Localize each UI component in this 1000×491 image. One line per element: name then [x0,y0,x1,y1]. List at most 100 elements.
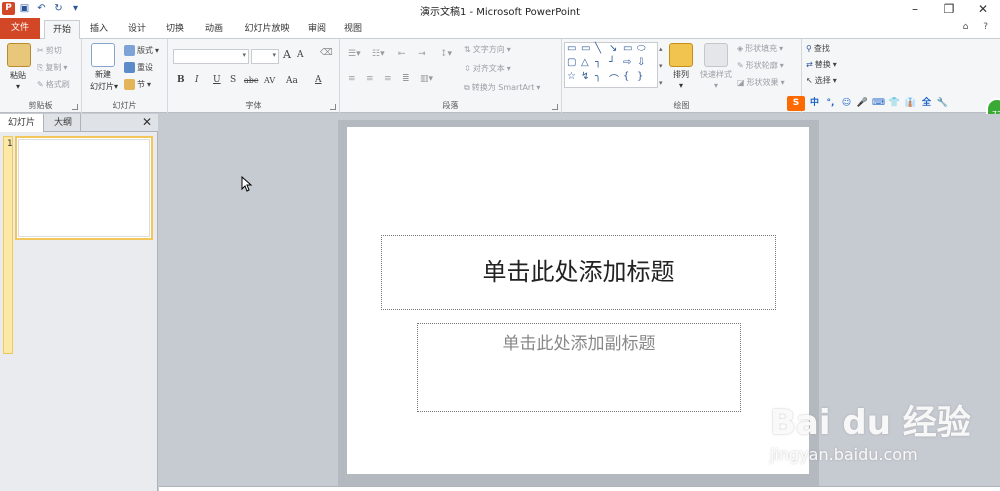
arrange-dropdown-icon[interactable]: ▾ [665,81,697,90]
settings-wrench-icon[interactable]: 🔧 [936,97,949,110]
elbow-connector-shape-icon[interactable]: ┐ [595,57,601,68]
tab-file[interactable]: 文件 [0,18,40,39]
minimize-button[interactable]: – [898,0,932,18]
font-color-button[interactable]: A [315,75,322,85]
close-icon[interactable]: ✕ [142,115,152,129]
slide-thumbnail[interactable] [15,136,153,240]
triangle-shape-icon[interactable]: △ [581,57,589,68]
copy-button[interactable]: ⎘ 复制 ▾ [37,62,67,73]
paragraph-launcher-icon[interactable] [552,104,558,110]
tab-slideshow[interactable]: 幻灯片放映 [238,20,296,39]
new-slide-label[interactable]: 新建 [85,69,121,80]
new-slide-button[interactable]: 幻灯片▾ [82,81,126,92]
font-name-combo[interactable] [173,49,249,64]
increase-indent-icon[interactable]: ⇥ [418,49,426,59]
elbow-arrow-shape-icon[interactable]: ┘ [609,57,615,68]
change-case-button[interactable]: Aa [286,76,298,86]
more-icon[interactable]: ▾ [659,76,663,91]
curve-shape-icon[interactable]: ╮ [595,71,601,82]
numbering-icon[interactable]: ☷▾ [372,49,385,59]
quick-styles-button[interactable]: 快速样式 [696,69,736,80]
skin-icon[interactable]: 👕 [888,97,901,110]
font-launcher-icon[interactable] [330,104,336,110]
tab-home[interactable]: 开始 [44,20,80,40]
textbox-shape-icon[interactable]: ▭ [567,43,576,54]
tab-transitions[interactable]: 切换 [160,20,190,39]
format-painter-button[interactable]: ✎ 格式刷 [37,79,70,90]
microphone-icon[interactable]: 🎤 [856,97,869,110]
grow-font-button[interactable]: A [283,48,291,61]
text-shadow-button[interactable]: S [230,75,236,85]
justify-icon[interactable]: ≣ [402,74,410,84]
character-spacing-button[interactable]: AV [264,76,275,85]
section-button[interactable]: 节 ▾ [124,79,151,90]
convert-smartart-button[interactable]: ⧉ 转换为 SmartArt ▾ [464,82,540,93]
italic-button[interactable]: I [195,75,199,85]
rounded-rect-shape-icon[interactable]: ▢ [567,57,576,68]
sogou-logo-icon[interactable]: S [787,95,805,111]
right-arrow-shape-icon[interactable]: ⇨ [623,57,631,68]
star-shape-icon[interactable]: ☆ [567,71,576,82]
underline-button[interactable]: U [213,75,221,85]
arrow-line-shape-icon[interactable]: ↘ [609,43,617,54]
find-button[interactable]: ⚲ 查找 [806,43,830,54]
freeform-shape-icon[interactable]: ↯ [581,71,589,82]
fullwidth-icon[interactable]: 全 [920,97,933,110]
font-size-combo[interactable] [251,49,279,64]
columns-icon[interactable]: ▥▾ [420,74,433,84]
quick-styles-dropdown-icon[interactable]: ▾ [696,81,736,90]
notes-pane-edge[interactable] [159,486,1000,491]
shrink-font-button[interactable]: A [297,50,304,60]
tab-view[interactable]: 视图 [338,20,368,39]
restore-button[interactable]: ❐ [932,0,966,18]
arrange-button[interactable]: 排列 [665,69,697,80]
right-brace-shape-icon[interactable]: } [637,71,643,82]
scroll-up-icon[interactable]: ▴ [659,42,663,57]
tab-review[interactable]: 审阅 [302,20,332,39]
close-button[interactable]: ✕ [966,0,1000,18]
shapes-gallery[interactable]: ▭ ▭ ╲ ↘ ▭ ⬭ ▢ △ ┐ ┘ ⇨ ⇩ ☆ ↯ ╮ ⌒ { } [564,42,658,88]
align-center-icon[interactable]: ≡ [366,74,374,84]
emoji-icon[interactable]: ☺ [840,97,853,110]
layout-button[interactable]: 版式 ▾ [124,45,159,56]
tab-outline-pane[interactable]: 大纲 [46,114,82,132]
paste-dropdown-icon[interactable]: ▾ [2,82,34,91]
punctuation-icon[interactable]: °, [824,97,837,110]
text-direction-button[interactable]: ⇅ 文字方向 ▾ [464,44,511,55]
line-spacing-icon[interactable]: ↕▾ [440,49,452,59]
tab-slides-pane[interactable]: 幻灯片 [0,114,45,132]
shape-effects-button[interactable]: ◪ 形状效果 ▾ [737,77,785,88]
left-brace-shape-icon[interactable]: { [623,71,629,82]
down-arrow-shape-icon[interactable]: ⇩ [637,57,645,68]
subtitle-placeholder[interactable]: 单击此处添加副标题 [417,323,741,412]
align-right-icon[interactable]: ≡ [384,74,392,84]
align-text-button[interactable]: ⇳ 对齐文本 ▾ [464,63,511,74]
tab-animations[interactable]: 动画 [198,20,230,39]
align-left-icon[interactable]: ≡ [348,74,356,84]
bullets-icon[interactable]: ☰▾ [348,49,361,59]
scroll-down-icon[interactable]: ▾ [659,59,663,74]
vertical-textbox-shape-icon[interactable]: ▭ [581,43,590,54]
clear-format-icon[interactable]: ⌫ [320,48,333,58]
line-shape-icon[interactable]: ╲ [595,43,601,54]
arc-shape-icon[interactable]: ⌒ [609,71,619,86]
bold-button[interactable]: B [177,75,185,85]
toolbox-icon[interactable]: 👔 [904,97,917,110]
replace-button[interactable]: ⇄ 替换 ▾ [806,59,837,70]
paste-button[interactable]: 粘贴 [2,70,34,81]
title-placeholder[interactable]: 单击此处添加标题 [381,235,776,310]
oval-shape-icon[interactable]: ⬭ [637,43,646,54]
cut-button[interactable]: ✂ 剪切 [37,45,62,56]
keyboard-icon[interactable]: ⌨ [872,97,885,110]
rectangle-shape-icon[interactable]: ▭ [623,43,632,54]
shapes-gallery-scroll[interactable]: ▴ ▾ ▾ [659,42,663,91]
clipboard-launcher-icon[interactable] [72,104,78,110]
ribbon-minimize-help[interactable]: ⌂ ? [963,22,994,32]
shape-fill-button[interactable]: ◈ 形状填充 ▾ [737,43,783,54]
reset-button[interactable]: 重设 [124,62,153,73]
tab-design[interactable]: 设计 [122,20,152,39]
chinese-mode-icon[interactable]: 中 [808,97,821,110]
select-button[interactable]: ↖ 选择 ▾ [806,75,837,86]
strikethrough-button[interactable]: abc [244,76,258,85]
shape-outline-button[interactable]: ✎ 形状轮廓 ▾ [737,60,784,71]
